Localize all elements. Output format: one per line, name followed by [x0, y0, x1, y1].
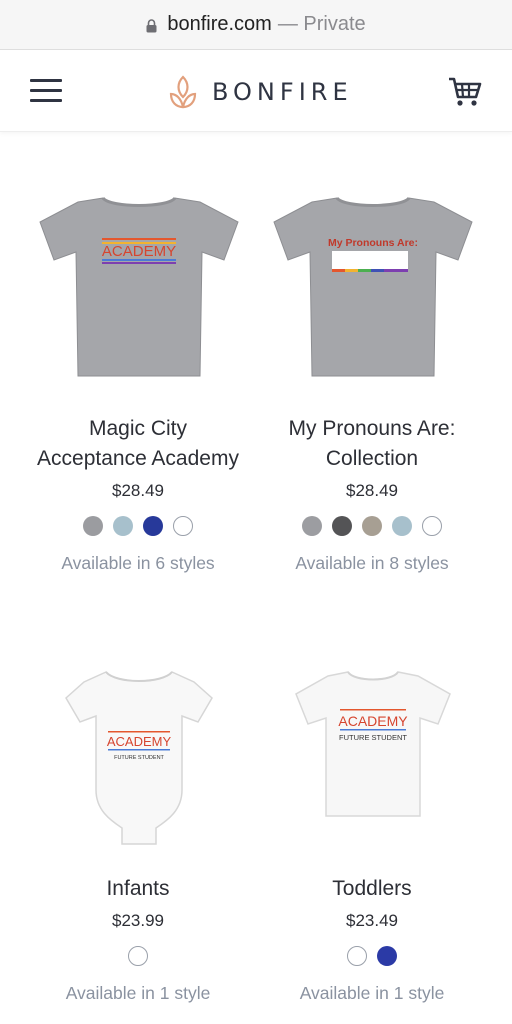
design-academy-text: ACADEMY	[102, 243, 176, 260]
product-price: $28.49	[112, 481, 164, 500]
swatch-navy[interactable]	[143, 516, 163, 536]
styles-available: Available in 6 styles	[61, 553, 215, 573]
swatch-grey[interactable]	[302, 516, 322, 536]
swatch-taupe[interactable]	[362, 516, 382, 536]
product-price: $23.99	[112, 911, 164, 930]
product-image-heather-tshirt[interactable]: My Pronouns Are:	[244, 180, 500, 400]
brand-name: BONFIRE	[212, 78, 353, 106]
styles-available: Available in 1 style	[299, 983, 445, 1003]
color-swatches	[244, 946, 500, 966]
swatch-white[interactable]	[347, 946, 367, 966]
design-future-student-text: FUTURE STUDENT	[339, 733, 407, 742]
swatch-white[interactable]	[128, 946, 148, 966]
color-swatches	[244, 516, 500, 536]
product-image-heather-tshirt[interactable]: ACADEMY	[10, 180, 266, 400]
swatch-grey[interactable]	[83, 516, 103, 536]
color-swatches	[10, 516, 266, 536]
swatch-white[interactable]	[173, 516, 193, 536]
design-academy-text: ACADEMY	[107, 734, 172, 749]
product-image-white-tshirt[interactable]: ACADEMY FUTURE STUDENT	[244, 656, 500, 876]
swatch-royal-blue[interactable]	[377, 946, 397, 966]
design-academy-text: ACADEMY	[338, 713, 408, 729]
site-header: BONFIRE	[0, 50, 512, 132]
design-future-student-text: FUTURE STUDENT	[114, 755, 164, 761]
product-image-white-onesie[interactable]: ACADEMY FUTURE STUDENT	[10, 660, 266, 880]
swatch-light-blue[interactable]	[392, 516, 412, 536]
product-name-line2[interactable]: Acceptance Academy	[10, 444, 266, 474]
swatch-white[interactable]	[422, 516, 442, 536]
styles-available: Available in 1 style	[65, 983, 211, 1003]
product-name[interactable]: Infants	[10, 874, 266, 904]
swatch-charcoal[interactable]	[332, 516, 352, 536]
product-name-line1[interactable]: Magic City	[10, 414, 266, 444]
design-pronouns-text: My Pronouns Are:	[328, 237, 418, 249]
hamburger-menu-icon[interactable]	[30, 79, 62, 103]
browser-url-bar[interactable]: bonfire.com — Private	[0, 0, 512, 50]
url-domain: bonfire.com	[167, 13, 272, 35]
product-name-line1[interactable]: My Pronouns Are:	[244, 414, 500, 444]
styles-available: Available in 8 styles	[295, 553, 449, 573]
swatch-light-blue[interactable]	[113, 516, 133, 536]
product-price: $28.49	[346, 481, 398, 500]
shopping-cart-icon[interactable]	[448, 76, 482, 108]
color-swatches	[10, 946, 266, 966]
product-name-line2[interactable]: Collection	[244, 444, 500, 474]
private-label: — Private	[277, 13, 366, 35]
product-name[interactable]: Toddlers	[244, 874, 500, 904]
flame-logo-icon	[169, 75, 197, 109]
product-price: $23.49	[346, 911, 398, 930]
bonfire-logo[interactable]: BONFIRE	[168, 74, 353, 110]
lock-icon	[146, 18, 157, 32]
